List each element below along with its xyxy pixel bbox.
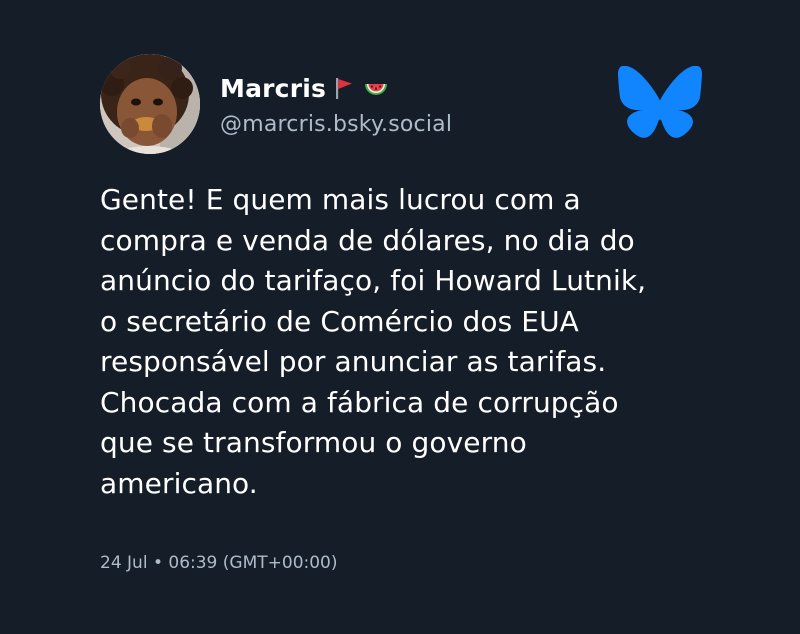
watermelon-icon xyxy=(362,74,390,102)
display-name[interactable]: Marcris xyxy=(220,74,326,103)
post-card: Marcris @marcris.bsky.social Gente! E qu… xyxy=(0,0,800,634)
avatar[interactable] xyxy=(100,54,200,154)
author-name-row[interactable]: Marcris xyxy=(220,70,390,106)
post-timestamp[interactable]: 24 Jul • 06:39 (GMT+00:00) xyxy=(100,553,338,573)
post-text: Gente! E quem mais lucrou com a compra e… xyxy=(100,183,647,500)
red-flag-icon xyxy=(330,74,358,102)
avatar-photo xyxy=(100,54,200,154)
author-handle[interactable]: @marcris.bsky.social xyxy=(220,112,452,137)
bluesky-butterfly-icon[interactable] xyxy=(618,65,702,140)
